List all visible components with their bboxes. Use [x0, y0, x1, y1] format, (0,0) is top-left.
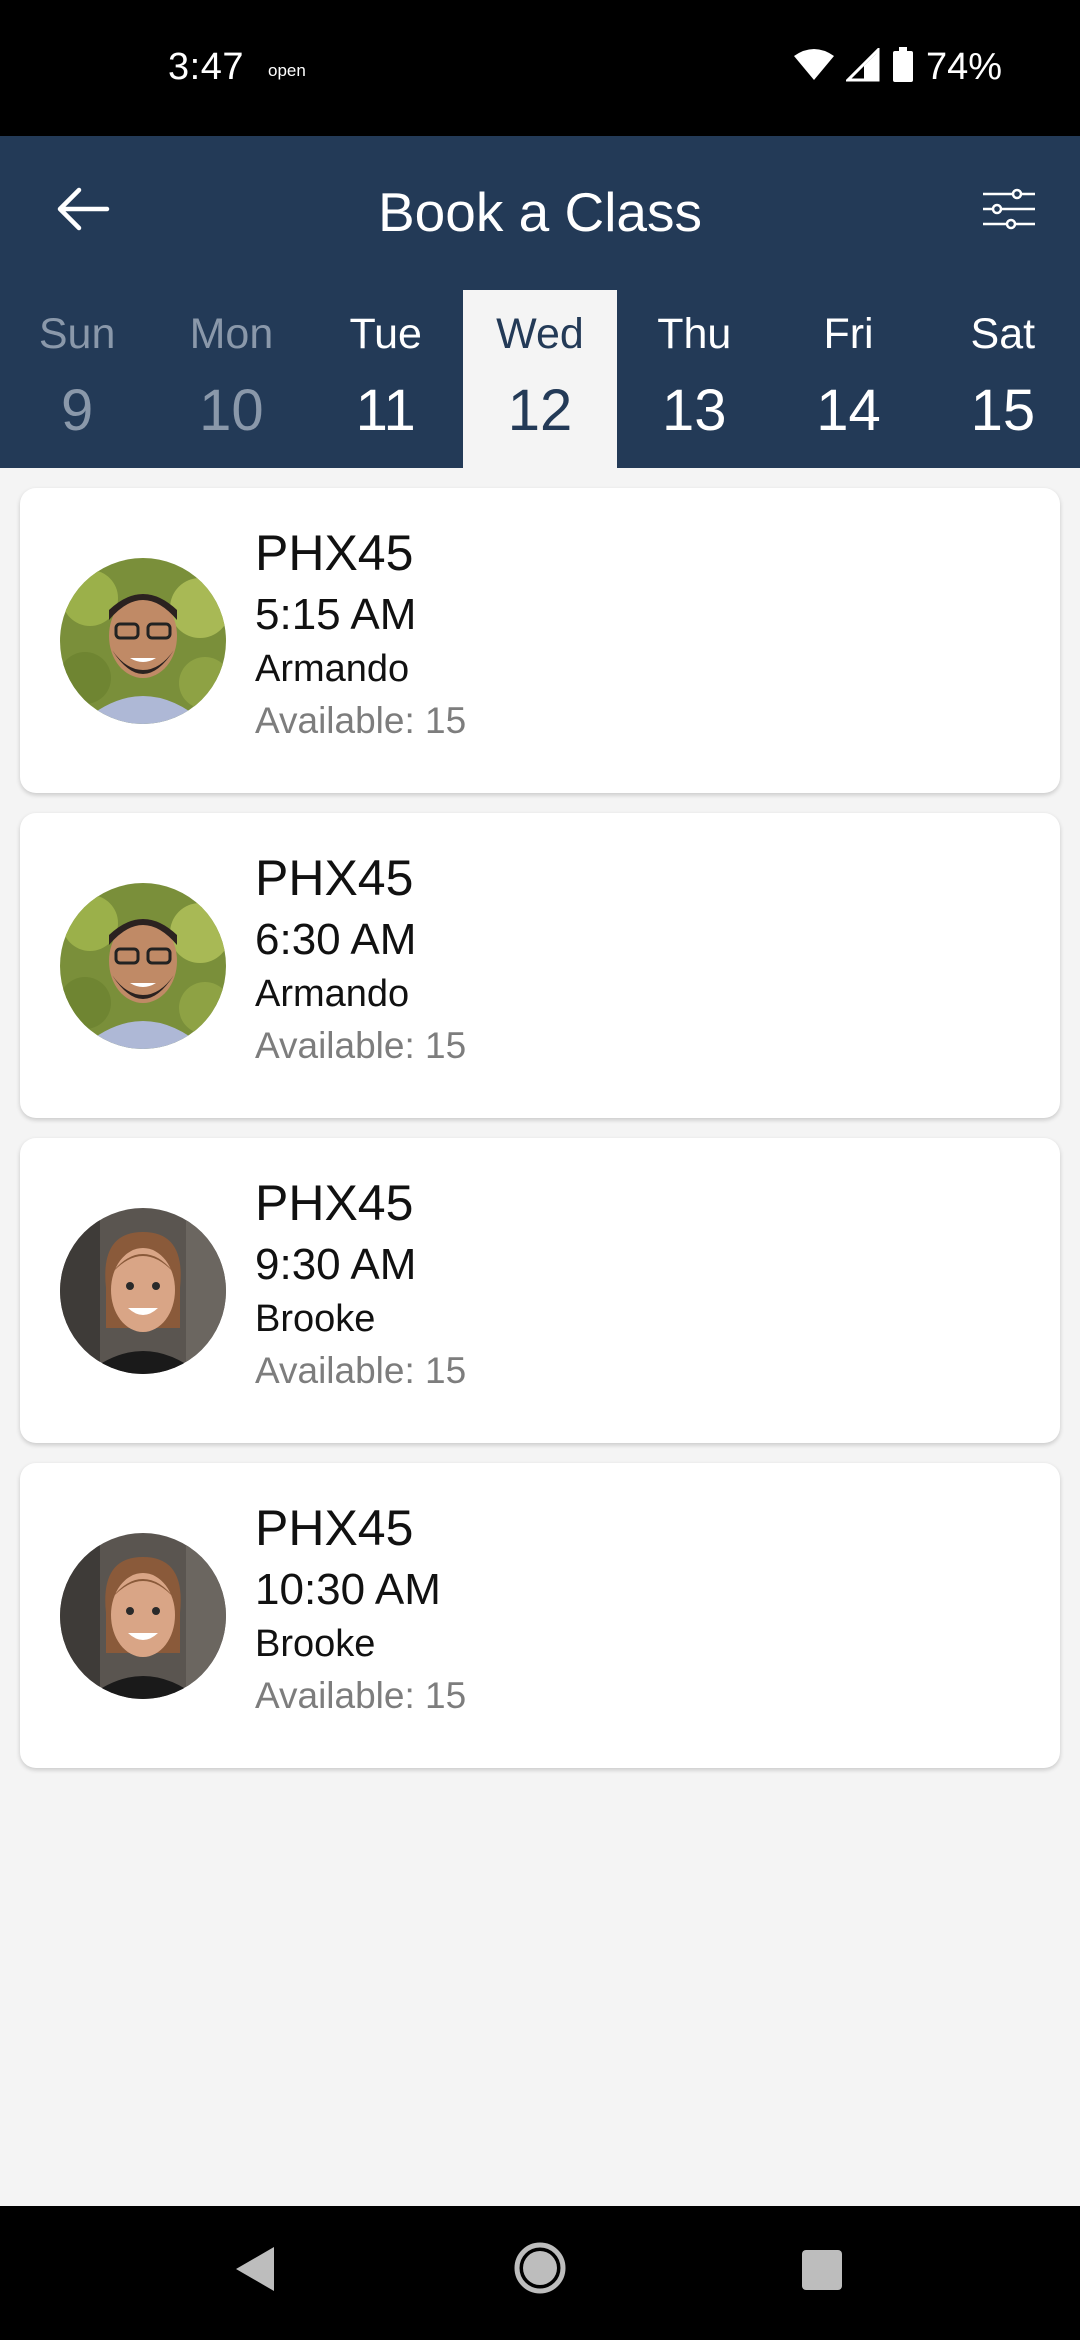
class-availability: Available: 15	[255, 1350, 467, 1392]
page-title: Book a Class	[377, 181, 703, 243]
class-name: PHX45	[255, 525, 414, 581]
class-instructor: Armando	[255, 648, 410, 691]
day-number: 12	[507, 378, 573, 443]
class-instructor: Brooke	[255, 1298, 376, 1341]
day-number: 14	[816, 378, 881, 443]
day-tab-fri[interactable]: Fri 14	[771, 290, 925, 468]
day-selector: Sun 9 Mon 10 Tue 11 Wed 12 Thu 13 Fri 14…	[0, 290, 1080, 468]
class-info: PHX45 5:15 AM Armando Available: 15	[255, 526, 466, 742]
class-card[interactable]: PHX45 6:30 AM Armando Available: 15	[20, 813, 1060, 1118]
system-nav-bar	[0, 2206, 1080, 2340]
day-name: Wed	[496, 310, 584, 358]
class-instructor: Armando	[255, 973, 410, 1016]
day-number: 13	[662, 378, 727, 443]
class-name: PHX45	[255, 1500, 414, 1556]
class-list: PHX45 5:15 AM Armando Available: 15 PHX4…	[20, 488, 1060, 1788]
day-name: Sat	[970, 310, 1036, 358]
day-name: Tue	[349, 310, 422, 358]
class-availability: Available: 15	[255, 1025, 467, 1067]
class-card[interactable]: PHX45 9:30 AM Brooke Available: 15	[20, 1138, 1060, 1443]
status-time: 3:47	[168, 46, 244, 88]
class-info: PHX45 9:30 AM Brooke Available: 15	[255, 1176, 466, 1392]
signal-icon	[844, 46, 880, 87]
battery-percent: 74%	[925, 46, 1002, 88]
class-time: 10:30 AM	[255, 1565, 441, 1614]
day-tab-thu[interactable]: Thu 13	[617, 290, 771, 468]
class-name: PHX45	[255, 1175, 414, 1231]
class-instructor: Brooke	[255, 1623, 376, 1666]
day-name: Sun	[38, 310, 116, 358]
day-name: Fri	[823, 310, 874, 358]
class-name: PHX45	[255, 850, 414, 906]
day-name: Mon	[189, 310, 274, 358]
day-tab-tue[interactable]: Tue 11	[309, 290, 463, 468]
back-triangle-icon[interactable]	[232, 2244, 276, 2299]
day-number: 15	[970, 378, 1036, 443]
class-time: 9:30 AM	[255, 1240, 417, 1289]
status-right: 74%	[793, 46, 1002, 89]
sliders-icon	[981, 186, 1037, 237]
day-tab-mon[interactable]: Mon 10	[154, 290, 308, 468]
day-name: Thu	[657, 310, 732, 358]
class-time: 5:15 AM	[255, 590, 417, 639]
class-info: PHX45 10:30 AM Brooke Available: 15	[255, 1501, 466, 1717]
home-circle-icon[interactable]	[513, 2241, 567, 2300]
day-number: 10	[199, 378, 264, 443]
class-info: PHX45 6:30 AM Armando Available: 15	[255, 851, 466, 1067]
status-bar: 3:47 open 74%	[0, 0, 1080, 136]
instructor-avatar	[60, 1208, 226, 1374]
filter-button[interactable]	[974, 176, 1044, 246]
instructor-avatar	[60, 1533, 226, 1699]
instructor-avatar	[60, 883, 226, 1049]
class-card[interactable]: PHX45 5:15 AM Armando Available: 15	[20, 488, 1060, 793]
recents-square-icon[interactable]	[800, 2248, 844, 2297]
app-header: Book a Class Sun 9 Mon 10 Tue 11 Wed 12 …	[0, 136, 1080, 468]
status-open-label: open	[268, 61, 306, 80]
class-card[interactable]: PHX45 10:30 AM Brooke Available: 15	[20, 1463, 1060, 1768]
class-availability: Available: 15	[255, 700, 467, 742]
class-availability: Available: 15	[255, 1675, 467, 1717]
day-number: 11	[355, 378, 416, 443]
day-number: 9	[61, 378, 94, 443]
class-time: 6:30 AM	[255, 915, 417, 964]
day-tab-wed[interactable]: Wed 12	[462, 290, 618, 468]
instructor-avatar	[60, 558, 226, 724]
wifi-icon	[793, 48, 834, 87]
day-tab-sun[interactable]: Sun 9	[0, 290, 154, 468]
day-tab-sat[interactable]: Sat 15	[926, 290, 1080, 468]
battery-icon	[892, 47, 914, 88]
